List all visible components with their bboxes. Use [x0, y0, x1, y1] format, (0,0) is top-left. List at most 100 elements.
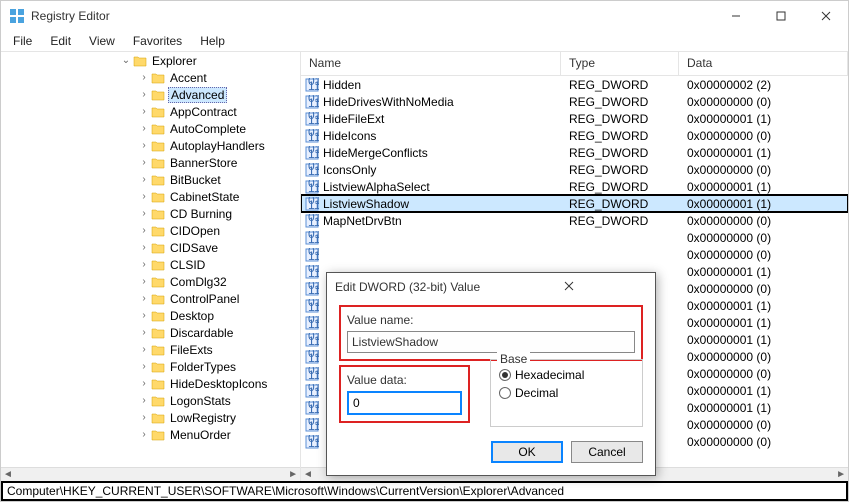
expand-icon[interactable]: › [137, 123, 151, 134]
list-row[interactable]: 011110ListviewAlphaSelectREG_DWORD0x0000… [301, 178, 848, 195]
tree-item[interactable]: ›BannerStore [9, 154, 300, 171]
registry-value-icon: 011110 [305, 197, 319, 211]
tree-label: AppContract [168, 105, 239, 119]
tree-item[interactable]: › CD Burning [9, 205, 300, 222]
tree-item[interactable]: ›LogonStats [9, 392, 300, 409]
expand-icon[interactable]: › [137, 395, 151, 406]
expand-icon[interactable]: › [137, 242, 151, 253]
expand-icon[interactable]: › [137, 140, 151, 151]
value-data-input[interactable] [347, 391, 462, 415]
radio-decimal[interactable]: Decimal [499, 386, 634, 400]
expand-icon[interactable]: › [137, 276, 151, 287]
list-row[interactable]: 011110HideMergeConflictsREG_DWORD0x00000… [301, 144, 848, 161]
list-row[interactable]: 011110HideIconsREG_DWORD0x00000000 (0) [301, 127, 848, 144]
list-row[interactable]: 0111100x00000000 (0) [301, 229, 848, 246]
address-path: Computer\HKEY_CURRENT_USER\SOFTWARE\Micr… [7, 484, 564, 498]
expand-icon[interactable]: › [137, 191, 151, 202]
tree-item[interactable]: ›CLSID [9, 256, 300, 273]
dialog-titlebar[interactable]: Edit DWORD (32-bit) Value [327, 273, 655, 301]
expand-icon[interactable]: › [137, 429, 151, 440]
tree-item[interactable]: › MenuOrder [9, 426, 300, 443]
tree-item[interactable]: ⌄Explorer [9, 52, 300, 69]
list-row[interactable]: 011110HiddenREG_DWORD0x00000002 (2) [301, 76, 848, 93]
value-name-input[interactable] [347, 331, 635, 353]
tree-item[interactable]: ›Advanced [9, 86, 300, 103]
expand-icon[interactable]: › [137, 361, 151, 372]
list-row[interactable]: 011110MapNetDrvBtnREG_DWORD0x00000000 (0… [301, 212, 848, 229]
tree-item[interactable]: ›CIDSave [9, 239, 300, 256]
tree-item[interactable]: ›BitBucket [9, 171, 300, 188]
expand-icon[interactable]: › [137, 327, 151, 338]
svg-text:110: 110 [308, 215, 319, 228]
tree-item[interactable]: ›CabinetState [9, 188, 300, 205]
tree-item[interactable]: ›AutoplayHandlers [9, 137, 300, 154]
dialog-close-button[interactable] [491, 280, 647, 295]
tree-item[interactable]: › CIDOpen [9, 222, 300, 239]
ok-button[interactable]: OK [491, 441, 563, 463]
value-data: 0x00000000 (0) [679, 248, 848, 262]
col-header-type[interactable]: Type [561, 52, 679, 75]
svg-text:110: 110 [308, 96, 319, 109]
expand-icon[interactable]: › [137, 208, 151, 219]
menu-favorites[interactable]: Favorites [125, 32, 190, 50]
svg-text:110: 110 [308, 317, 319, 330]
list-row[interactable]: 011110IconsOnlyREG_DWORD0x00000000 (0) [301, 161, 848, 178]
tree-item[interactable]: ›LowRegistry [9, 409, 300, 426]
tree-label: CIDOpen [168, 224, 222, 238]
expand-icon[interactable]: › [137, 89, 151, 100]
folder-icon [151, 106, 165, 118]
tree-item[interactable]: ›ComDlg32 [9, 273, 300, 290]
expand-icon[interactable]: › [137, 344, 151, 355]
tree-item[interactable]: ›AutoComplete [9, 120, 300, 137]
tree-item[interactable]: ›ControlPanel [9, 290, 300, 307]
registry-value-icon: 011110 [305, 180, 319, 194]
svg-text:110: 110 [308, 419, 319, 432]
tree-item[interactable]: ›HideDesktopIcons [9, 375, 300, 392]
collapse-icon[interactable]: ⌄ [119, 55, 133, 66]
cancel-button[interactable]: Cancel [571, 441, 643, 463]
list-row[interactable]: 011110HideDrivesWithNoMediaREG_DWORD0x00… [301, 93, 848, 110]
tree-item[interactable]: ›Discardable [9, 324, 300, 341]
svg-text:110: 110 [308, 402, 319, 415]
tree-item[interactable]: › AppContract [9, 103, 300, 120]
value-data: 0x00000001 (1) [679, 180, 848, 194]
close-button[interactable] [803, 1, 848, 31]
col-header-data[interactable]: Data [679, 52, 848, 75]
folder-icon [151, 361, 165, 373]
expand-icon[interactable]: › [137, 259, 151, 270]
value-type: REG_DWORD [561, 112, 679, 126]
tree-pane[interactable]: ⌄Explorer›Accent›Advanced›AppContract›Au… [1, 52, 301, 481]
tree-hscrollbar[interactable]: ◄► [1, 467, 300, 481]
radio-hexadecimal[interactable]: Hexadecimal [499, 368, 634, 382]
list-row[interactable]: 011110HideFileExtREG_DWORD0x00000001 (1) [301, 110, 848, 127]
expand-icon[interactable]: › [137, 293, 151, 304]
expand-icon[interactable]: › [137, 412, 151, 423]
expand-icon[interactable]: › [137, 72, 151, 83]
expand-icon[interactable]: › [137, 157, 151, 168]
tree-item[interactable]: ›FileExts [9, 341, 300, 358]
tree-label: Desktop [168, 309, 216, 323]
menu-view[interactable]: View [81, 32, 123, 50]
col-header-name[interactable]: Name [301, 52, 561, 75]
expand-icon[interactable]: › [137, 310, 151, 321]
minimize-button[interactable] [713, 1, 758, 31]
tree-item[interactable]: › Desktop [9, 307, 300, 324]
maximize-button[interactable] [758, 1, 803, 31]
menu-edit[interactable]: Edit [42, 32, 79, 50]
tree-item[interactable]: ›Accent [9, 69, 300, 86]
tree-label: CD Burning [168, 207, 234, 221]
tree-item[interactable]: ›FolderTypes [9, 358, 300, 375]
expand-icon[interactable]: › [137, 378, 151, 389]
list-row[interactable]: 011110ListviewShadowREG_DWORD0x00000001 … [301, 195, 848, 212]
expand-icon[interactable]: › [137, 174, 151, 185]
expand-icon[interactable]: › [137, 106, 151, 117]
expand-icon[interactable]: › [137, 225, 151, 236]
titlebar: Registry Editor [1, 1, 848, 31]
list-row[interactable]: 0111100x00000000 (0) [301, 246, 848, 263]
value-name-label: Value name: [347, 313, 635, 327]
menu-file[interactable]: File [5, 32, 40, 50]
folder-icon [151, 157, 165, 169]
svg-text:110: 110 [308, 147, 319, 160]
tree-label: MenuOrder [168, 428, 233, 442]
menu-help[interactable]: Help [192, 32, 233, 50]
